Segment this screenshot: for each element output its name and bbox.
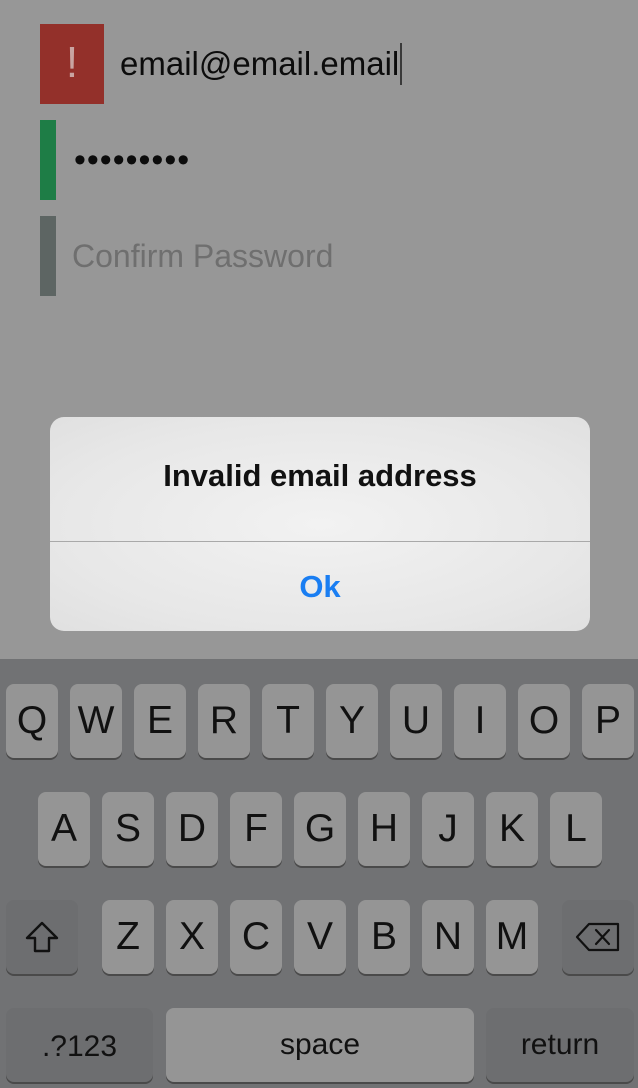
key-z[interactable]: Z <box>102 900 154 974</box>
key-l[interactable]: L <box>550 792 602 866</box>
backspace-icon <box>575 922 620 952</box>
email-input[interactable]: email@email.email <box>120 24 403 104</box>
password-input[interactable]: ••••••••• <box>74 120 190 200</box>
key-h[interactable]: H <box>358 792 410 866</box>
key-i[interactable]: I <box>454 684 506 758</box>
text-cursor <box>400 43 403 86</box>
key-u[interactable]: U <box>390 684 442 758</box>
key-j[interactable]: J <box>422 792 474 866</box>
key-d[interactable]: D <box>166 792 218 866</box>
key-w[interactable]: W <box>70 684 122 758</box>
ok-button[interactable]: Ok <box>50 542 590 631</box>
key-b[interactable]: B <box>358 900 410 974</box>
key-f[interactable]: F <box>230 792 282 866</box>
numbers-key[interactable]: .?123 <box>6 1008 153 1082</box>
alert-title: Invalid email address <box>163 458 477 493</box>
valid-indicator <box>40 120 56 200</box>
key-e[interactable]: E <box>134 684 186 758</box>
shift-arrow-icon <box>25 921 59 953</box>
key-p[interactable]: P <box>582 684 634 758</box>
alert-dialog: Invalid email address Ok <box>50 417 590 631</box>
key-n[interactable]: N <box>422 900 474 974</box>
keyboard: Q W E R T Y U I O P A S D F G H J K L Z … <box>0 659 638 1088</box>
key-t[interactable]: T <box>262 684 314 758</box>
email-value: email@email.email <box>120 45 400 82</box>
key-v[interactable]: V <box>294 900 346 974</box>
key-c[interactable]: C <box>230 900 282 974</box>
space-key[interactable]: space <box>166 1008 474 1082</box>
key-m[interactable]: M <box>486 900 538 974</box>
key-o[interactable]: O <box>518 684 570 758</box>
key-x[interactable]: X <box>166 900 218 974</box>
key-y[interactable]: Y <box>326 684 378 758</box>
return-key[interactable]: return <box>486 1008 634 1082</box>
neutral-indicator <box>40 216 56 296</box>
key-r[interactable]: R <box>198 684 250 758</box>
key-s[interactable]: S <box>102 792 154 866</box>
key-k[interactable]: K <box>486 792 538 866</box>
key-a[interactable]: A <box>38 792 90 866</box>
exclamation-icon: ! <box>65 38 79 87</box>
key-g[interactable]: G <box>294 792 346 866</box>
key-q[interactable]: Q <box>6 684 58 758</box>
shift-key[interactable] <box>6 900 78 974</box>
backspace-key[interactable] <box>562 900 634 974</box>
confirm-password-input[interactable]: Confirm Password <box>72 216 333 296</box>
